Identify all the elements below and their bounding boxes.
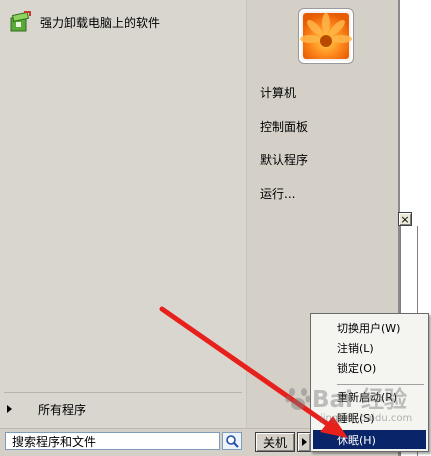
close-button[interactable]: × (398, 212, 412, 226)
search-input[interactable]: 搜索程序和文件 (5, 432, 220, 450)
menu-item-restart[interactable]: 重新启动(R) (313, 387, 426, 406)
uninstaller-app-icon (10, 11, 31, 32)
search-placeholder: 搜索程序和文件 (12, 434, 97, 449)
link-run[interactable]: 运行... (260, 183, 295, 203)
shutdown-label: 关机 (262, 435, 287, 450)
shutdown-options-button[interactable] (297, 432, 311, 452)
link-default-programs-label: 默认程序 (260, 152, 309, 167)
menu-item-label: 锁定(O) (337, 361, 377, 375)
menu-item-sleep[interactable]: 睡眠(S) (313, 408, 426, 427)
link-computer-label: 计算机 (260, 85, 297, 100)
triangle-right-icon (7, 405, 12, 413)
shutdown-button[interactable]: 关机 (255, 432, 295, 452)
menu-item-lock[interactable]: 锁定(O) (313, 358, 426, 377)
all-programs-divider (4, 392, 242, 393)
pinned-program-uninstaller[interactable]: 强力卸载电脑上的软件 (4, 8, 242, 36)
triangle-right-icon (301, 438, 307, 446)
close-icon: × (400, 212, 410, 226)
flower-avatar-icon (300, 13, 352, 59)
link-computer[interactable]: 计算机 (260, 82, 296, 102)
shutdown-submenu: 切换用户(W) 注销(L) 锁定(O) 重新启动(R) 睡眠(S) 休眠(H) (310, 313, 429, 452)
submenu-divider (337, 384, 424, 385)
all-programs-button[interactable]: 所有程序 (4, 398, 242, 420)
user-avatar[interactable] (298, 8, 354, 64)
menu-item-label: 注销(L) (337, 341, 374, 355)
menu-item-switch-user[interactable]: 切换用户(W) (313, 318, 426, 337)
programs-pane: 强力卸载电脑上的软件 所有程序 (0, 0, 247, 428)
pinned-program-label: 强力卸载电脑上的软件 (40, 15, 161, 30)
link-control-panel[interactable]: 控制面板 (260, 116, 308, 136)
menu-item-log-off[interactable]: 注销(L) (313, 338, 426, 357)
screen: × 强力卸载电脑上的软件 所有程序 计算机 控制面板 默认程序 运行... 搜索… (0, 0, 431, 456)
link-default-programs[interactable]: 默认程序 (260, 149, 308, 169)
all-programs-label: 所有程序 (38, 402, 87, 417)
search-icon (226, 435, 239, 448)
link-control-panel-label: 控制面板 (260, 119, 309, 134)
search-button[interactable] (222, 432, 242, 450)
menu-item-label: 睡眠(S) (337, 411, 375, 425)
menu-item-label: 休眠(H) (337, 433, 376, 447)
menu-item-label: 切换用户(W) (337, 321, 401, 335)
menu-item-hibernate[interactable]: 休眠(H) (313, 430, 426, 449)
menu-item-label: 重新启动(R) (337, 390, 398, 404)
link-run-label: 运行... (260, 186, 296, 201)
